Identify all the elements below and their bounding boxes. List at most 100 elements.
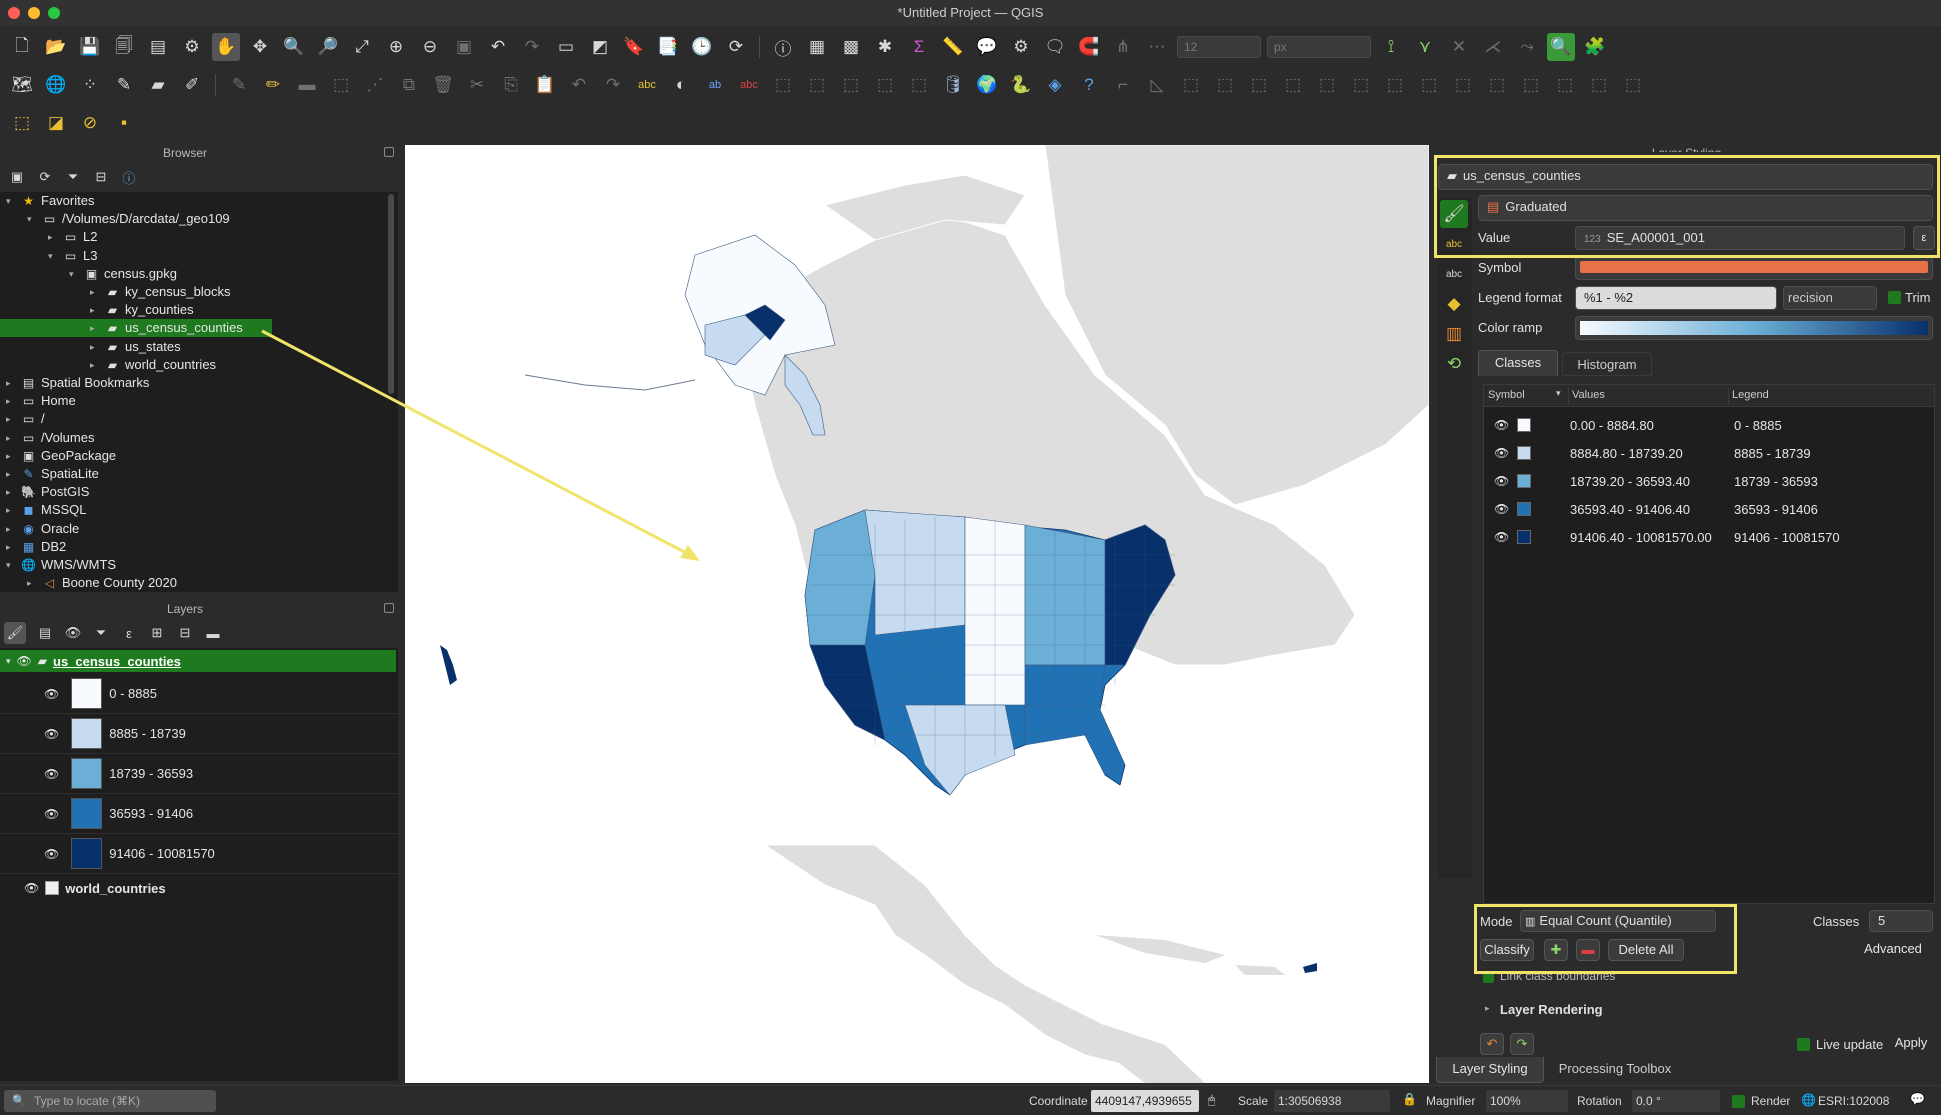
locator-input[interactable]: Type to locate (⌘K)	[4, 1090, 216, 1112]
class-row[interactable]: 👁 36593.40 - 91406.40 36593 - 91406	[1484, 495, 1936, 523]
open-project-icon[interactable]: 📂	[42, 33, 70, 61]
collapsed-arrow-icon[interactable]: ▸	[6, 392, 16, 410]
browser-item-ky-counties[interactable]: ▸ ▰ ky_counties	[90, 301, 194, 319]
legend-class-row[interactable]: 👁 8885 - 18739	[0, 714, 398, 754]
precision-spinbox[interactable]: recision	[1783, 286, 1877, 310]
collapsed-arrow-icon[interactable]: ▸	[6, 465, 16, 483]
select-all-icon[interactable]: ▪	[110, 109, 138, 137]
class-visibility-icon[interactable]: 👁	[1494, 530, 1509, 544]
delete-icon[interactable]: 🗑	[429, 71, 457, 99]
field-calculator-icon[interactable]: ▩	[837, 33, 865, 61]
add-class-icon[interactable]: ✚	[1544, 939, 1568, 961]
redo-style-icon[interactable]: ↷	[1510, 1033, 1534, 1055]
expanded-arrow-icon[interactable]: ▾	[69, 265, 79, 283]
trim-checkbox[interactable]	[1888, 291, 1901, 304]
show-bookmarks-icon[interactable]: 📑	[654, 33, 682, 61]
column-legend[interactable]: Legend	[1732, 389, 1769, 401]
expanded-arrow-icon[interactable]: ▾	[6, 556, 16, 574]
symbol-button[interactable]	[1575, 256, 1933, 280]
avoid-overlap-icon[interactable]: ⋌	[1479, 33, 1507, 61]
vertex-tool-icon[interactable]: ⋰	[361, 71, 389, 99]
bookmark-icon[interactable]: 🔖	[620, 33, 648, 61]
class-legend[interactable]: 91406 - 10081570	[1734, 530, 1840, 545]
diagram-icon[interactable]: ◐	[667, 71, 695, 99]
renderer-select[interactable]: ▤ Graduated	[1478, 195, 1933, 221]
symbology-tab-icon[interactable]: 🖌	[1440, 200, 1468, 228]
snap-unit-select[interactable]: px	[1267, 36, 1371, 58]
color-ramp-select[interactable]	[1575, 316, 1933, 340]
legend-format-input[interactable]: %1 - %2	[1575, 286, 1777, 310]
legend-class-row[interactable]: 👁 18739 - 36593	[0, 754, 398, 794]
browser-item-volumes-d-arcdata-geo109[interactable]: ▾ ▭ /Volumes/D/arcdata/_geo109	[27, 210, 230, 228]
rotate-feature-icon[interactable]: ⬚	[1211, 71, 1239, 99]
zoom-in-icon[interactable]: 🔍	[280, 33, 308, 61]
offset-curve-icon[interactable]: ⬚	[1177, 71, 1205, 99]
remove-layer-icon[interactable]: ▬	[204, 624, 222, 642]
class-symbol-swatch[interactable]	[1517, 418, 1531, 432]
intersection-icon[interactable]: ✕	[1445, 33, 1473, 61]
filter-legend-icon[interactable]: ⏷	[92, 624, 110, 642]
paste-icon[interactable]: 📋	[531, 71, 559, 99]
snap-segment-icon[interactable]: ⋯	[1143, 33, 1171, 61]
trace-icon[interactable]: ⋎	[1411, 33, 1439, 61]
select-features-icon[interactable]: ⬚	[8, 109, 36, 137]
copy-icon[interactable]: ⎘	[497, 71, 525, 99]
collapsed-arrow-icon[interactable]: ▸	[90, 283, 100, 301]
highlight-labels-icon[interactable]: abc	[735, 71, 763, 99]
class-symbol-swatch[interactable]	[1517, 502, 1531, 516]
open-styling-icon[interactable]: 🖌	[4, 622, 26, 644]
label-icon[interactable]: abc	[633, 71, 661, 99]
tab-classes[interactable]: Classes	[1478, 350, 1558, 376]
magnifier-spinbox[interactable]: 100%	[1486, 1090, 1568, 1112]
collapsed-arrow-icon[interactable]: ▸	[90, 301, 100, 319]
zoom-full-icon[interactable]: ⤢	[348, 33, 376, 61]
tab-processing-toolbox[interactable]: Processing Toolbox	[1548, 1057, 1682, 1081]
collapsed-arrow-icon[interactable]: ▸	[90, 356, 100, 374]
topology-icon[interactable]: ⟟	[1377, 33, 1405, 61]
map-tips-icon[interactable]: 💬	[973, 33, 1001, 61]
classify-button[interactable]: Classify	[1480, 939, 1534, 961]
processing-icon[interactable]: ✱	[871, 33, 899, 61]
python-icon[interactable]: 🐍	[1007, 71, 1035, 99]
class-legend[interactable]: 18739 - 36593	[1734, 474, 1818, 489]
browser-item-oracle[interactable]: ▸ ◉ Oracle	[6, 520, 79, 538]
column-symbol[interactable]: Symbol	[1488, 389, 1525, 401]
browser-float-icon[interactable]	[384, 147, 394, 157]
browser-item-us-census-counties[interactable]: ▸ ▰ us_census_counties	[0, 319, 272, 338]
new-map-view-icon[interactable]: ▭	[552, 33, 580, 61]
rotate-label-icon[interactable]: ⬚	[803, 71, 831, 99]
plugin-icon[interactable]: 🧩	[1581, 33, 1609, 61]
browser-scrollbar[interactable]	[388, 194, 394, 394]
value-field-select[interactable]: 123 SE_A00001_001	[1575, 226, 1905, 250]
style-manager-icon[interactable]: ⚙	[178, 33, 206, 61]
zoom-last-icon[interactable]: ↶	[484, 33, 512, 61]
legend-class-row[interactable]: 👁 91406 - 10081570	[0, 834, 398, 874]
collapsed-arrow-icon[interactable]: ▸	[6, 374, 16, 392]
snap-vertex-icon[interactable]: ⋔	[1109, 33, 1137, 61]
collapsed-arrow-icon[interactable]: ▸	[6, 538, 16, 556]
move-label-icon[interactable]: ⬚	[769, 71, 797, 99]
rotate-point-icon[interactable]: ⬚	[1585, 71, 1613, 99]
remove-class-icon[interactable]: ▬	[1576, 939, 1600, 961]
annotation-icon[interactable]: 🗨	[1041, 33, 1069, 61]
temporal-controller-icon[interactable]: 🕒	[688, 33, 716, 61]
class-legend[interactable]: 36593 - 91406	[1734, 502, 1818, 517]
render-checkbox[interactable]	[1732, 1095, 1745, 1108]
class-row[interactable]: 👁 18739.20 - 36593.40 18739 - 36593	[1484, 467, 1936, 495]
delete-part-icon[interactable]: ⬚	[1415, 71, 1443, 99]
lock-scale-icon[interactable]: 🔒	[1402, 1092, 1417, 1106]
change-label-icon[interactable]: ⬚	[837, 71, 865, 99]
refresh-icon[interactable]: ⟳	[722, 33, 750, 61]
add-part-icon[interactable]: ⬚	[1313, 71, 1341, 99]
expand-all-icon[interactable]: ⊞	[148, 624, 166, 642]
browser-item-volumes[interactable]: ▸ ▭ /Volumes	[6, 429, 94, 447]
layer-rendering-label[interactable]: Layer Rendering	[1500, 1002, 1603, 1017]
self-snap-icon[interactable]: ⤳	[1513, 33, 1541, 61]
add-point-icon[interactable]: ⁘	[76, 71, 104, 99]
messages-icon[interactable]: 💬	[1910, 1092, 1925, 1106]
visibility-eye-icon[interactable]: 👁	[44, 727, 59, 741]
browser-item-census-gpkg[interactable]: ▾ ▣ census.gpkg	[69, 265, 177, 283]
locator-icon[interactable]: 🔍	[1547, 33, 1575, 61]
scale-select[interactable]: 1:30506938	[1274, 1090, 1390, 1112]
metasearch-icon[interactable]: 🌍	[973, 71, 1001, 99]
